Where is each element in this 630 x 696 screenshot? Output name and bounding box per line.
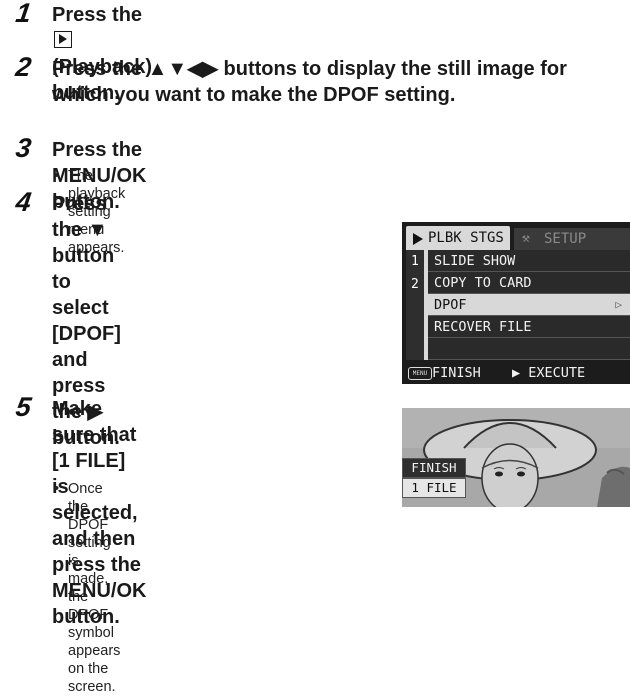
step-title: Press the ▲▼◀▶ buttons to display the st… <box>52 58 567 106</box>
menu-body: 1 2 SLIDE SHOW COPY TO CARD DPOF ▷ RECOV… <box>406 250 630 360</box>
submenu-arrow-icon: ▷ <box>615 298 622 311</box>
footer-finish: FINISH <box>432 365 481 381</box>
menu-item-dpof[interactable]: DPOF ▷ <box>428 294 630 316</box>
step-number: 3 <box>13 133 34 163</box>
menu-footer: MENU FINISH ▶ EXECUTE <box>402 362 630 384</box>
playback-icon <box>413 233 423 245</box>
menu-item-finish[interactable]: FINISH <box>402 458 466 478</box>
step-number: 2 <box>13 52 34 82</box>
menu-tabs: PLBK STGS ⚒ SETUP <box>402 222 630 252</box>
menu-item-copy-to-card[interactable]: COPY TO CARD <box>428 272 630 294</box>
dpof-menu: FINISH 1 FILE <box>402 458 466 498</box>
menu-item-empty <box>428 338 630 360</box>
step-number: 1 <box>13 0 34 28</box>
step-bullet: • Once the DPOF setting is made, the DPO… <box>54 481 121 695</box>
wrench-icon: ⚒ <box>522 231 530 246</box>
menu-item-recover-file[interactable]: RECOVER FILE <box>428 316 630 338</box>
playback-icon <box>54 31 72 48</box>
arrow-buttons-icon: ▲▼◀▶ <box>147 58 218 80</box>
step-number: 4 <box>13 187 34 217</box>
menu-button-icon: MENU <box>408 367 432 380</box>
menu-item-1-file[interactable]: 1 FILE <box>402 478 466 498</box>
playback-settings-screen: PLBK STGS ⚒ SETUP 1 2 SLIDE SHOW COPY TO… <box>402 222 630 384</box>
footer-execute: ▶ EXECUTE <box>512 365 586 381</box>
dpof-image-screen: FINISH 1 FILE <box>402 408 630 507</box>
tab-setup[interactable]: ⚒ SETUP <box>514 228 630 250</box>
step-number: 5 <box>13 392 34 422</box>
menu-item-slide-show[interactable]: SLIDE SHOW <box>428 250 630 272</box>
page-indicator: 1 2 <box>406 250 424 360</box>
tab-playback-settings[interactable]: PLBK STGS <box>406 226 510 250</box>
